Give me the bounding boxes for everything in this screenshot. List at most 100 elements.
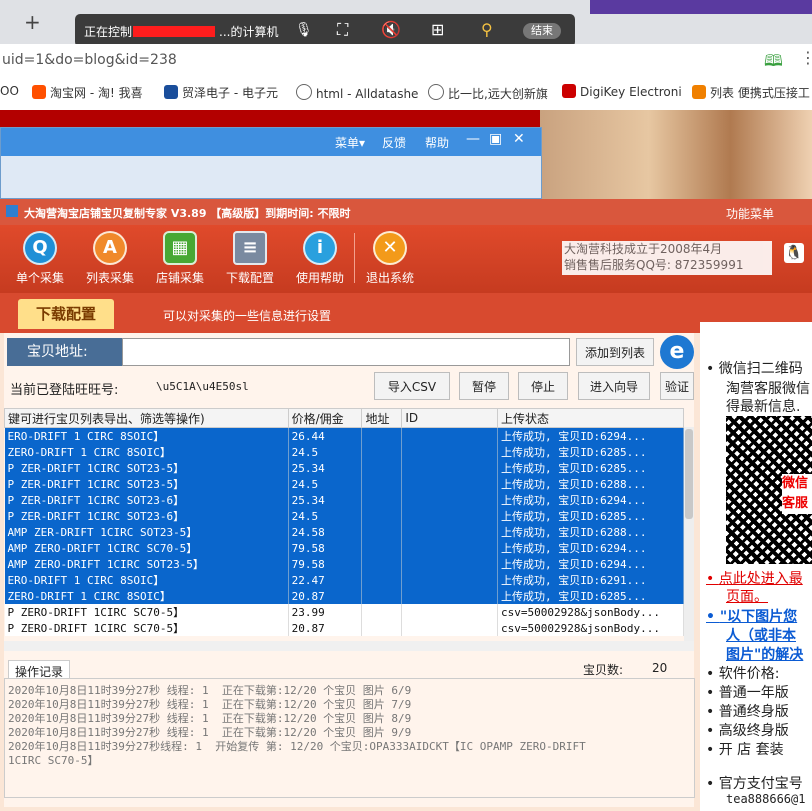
add-to-list-button[interactable]: 添加到列表 (576, 338, 654, 366)
import-csv-button[interactable]: 导入CSV (374, 372, 450, 400)
cell-name: P ZER-DRIFT 1CIRC SOT23-5】 (4, 460, 289, 476)
shop-collect-button[interactable]: ▦ 店铺采集 (150, 231, 210, 286)
microphone-icon[interactable]: 🎙 (295, 22, 313, 38)
cell-name: P ZER-DRIFT 1CIRC SOT23-5】 (4, 476, 289, 492)
pin-icon[interactable]: ⚲ (481, 20, 493, 39)
cell-name: ERO-DRIFT 1 CIRC 8SOIC】 (4, 572, 289, 588)
latest-page-link[interactable]: • 点此处进入最 (706, 568, 803, 588)
cell-status: 上传成功, 宝贝ID:6285... (497, 508, 684, 524)
table-row[interactable]: AMP ZERO-DRIFT 1CIRC SC70-5】 79.58 上传成功, 宝… (4, 540, 684, 556)
maximize-icon[interactable]: ▣ (489, 131, 502, 147)
single-collect-button[interactable]: Q 单个采集 (10, 231, 70, 286)
table-scrollbar[interactable] (684, 427, 694, 641)
new-tab-button[interactable]: + (24, 10, 41, 34)
table-row[interactable]: ERO-DRIFT 1 CIRC 8SOIC】 26.44 上传成功, 宝贝ID:6… (4, 427, 684, 444)
cell-id (401, 588, 499, 604)
bookmark-3[interactable]: html - Alldatashe (296, 84, 418, 101)
table-row[interactable]: P ZERO-DRIFT 1CIRC SC70-5】 23.99 csv=50002… (4, 604, 684, 620)
cell-address (361, 572, 403, 588)
table-row[interactable]: ERO-DRIFT 1 CIRC 8SOIC】 22.47 上传成功, 宝贝ID:6… (4, 572, 684, 588)
more-menu-icon[interactable]: ⋮ (800, 48, 812, 67)
item-table: 键可进行宝贝列表导出、筛选等操作) 价格/佣金 地址 ID 上传状态 ERO-D… (4, 408, 684, 636)
log-line: 2020年10月8日11时39分27秒 线程: 1 正在下载第:12/20 个宝… (8, 684, 412, 697)
minimize-icon[interactable]: — (466, 131, 480, 147)
column-address[interactable]: 地址 (361, 408, 403, 428)
bookmarks-bar: OO 淘宝网 - 淘! 我喜 贸泽电子 - 电子元 html - Alldata… (0, 76, 812, 111)
image-help-link[interactable]: • "以下图片您 (706, 606, 797, 626)
table-row[interactable]: P ZER-DRIFT 1CIRC SOT23-5】 25.34 上传成功, 宝贝I… (4, 460, 684, 476)
verify-button[interactable]: 验证 (660, 372, 694, 400)
cell-status: 上传成功, 宝贝ID:6285... (497, 460, 684, 476)
exit-button[interactable]: ✕ 退出系统 (360, 231, 420, 286)
app-title-bar: 大淘营淘宝店铺宝贝复制专家 V3.89 【高级版】到期时间: 不限时 功能菜单 (0, 199, 812, 225)
table-row[interactable]: P ZERO-DRIFT 1CIRC SC70-5】 20.87 csv=50002… (4, 620, 684, 636)
info-icon: i (303, 231, 337, 265)
stop-button[interactable]: 停止 (518, 372, 568, 400)
cell-status: 上传成功, 宝贝ID:6288... (497, 476, 684, 492)
bookmark-2[interactable]: 贸泽电子 - 电子元 (164, 84, 278, 101)
cell-status: 上传成功, 宝贝ID:6294... (497, 540, 684, 556)
fullscreen-icon[interactable]: ⛶ (337, 20, 348, 40)
table-row[interactable]: AMP ZER-DRIFT 1CIRC SOT23-5】 24.58 上传成功, 宝… (4, 524, 684, 540)
section-description: 可以对采集的一些信息进行设置 (163, 309, 332, 323)
cell-status: 上传成功, 宝贝ID:6294... (497, 492, 684, 508)
cell-price: 24.5 (288, 444, 363, 460)
qq-icon[interactable]: 🐧 (784, 243, 804, 263)
table-row[interactable]: P ZER-DRIFT 1CIRC SOT23-5】 24.5 上传成功, 宝贝ID… (4, 476, 684, 492)
column-status[interactable]: 上传状态 (497, 408, 684, 428)
download-config-button[interactable]: ≡ 下载配置 (220, 231, 280, 286)
bookmark-1[interactable]: 淘宝网 - 淘! 我喜 (32, 84, 143, 101)
table-header: 键可进行宝贝列表导出、筛选等操作) 价格/佣金 地址 ID 上传状态 (4, 408, 684, 428)
table-row[interactable]: P ZER-DRIFT 1CIRC SOT23-6】 25.34 上传成功, 宝贝I… (4, 492, 684, 508)
help-button[interactable]: i 使用帮助 (290, 231, 350, 286)
remote-text-prefix: 正在控制 (84, 25, 133, 39)
section-tab-download-config[interactable]: 下载配置 (18, 299, 114, 329)
cell-name: P ZER-DRIFT 1CIRC SOT23-6】 (4, 492, 289, 508)
func-menu[interactable]: 功能菜单 (726, 205, 774, 222)
cell-address (361, 427, 403, 444)
column-price[interactable]: 价格/佣金 (287, 408, 363, 428)
horizontal-scrollbar[interactable] (4, 641, 694, 651)
ie-icon[interactable]: e (660, 335, 694, 369)
mute-icon[interactable]: 🔇 (381, 20, 401, 39)
table-row[interactable]: ZERO-DRIFT 1 CIRC 8SOIC】 20.87 上传成功, 宝贝ID:… (4, 588, 684, 604)
cell-status: csv=50002928&jsonBody... (497, 604, 684, 620)
table-row[interactable]: P ZER-DRIFT 1CIRC SOT23-6】 24.5 上传成功, 宝贝ID… (4, 508, 684, 524)
bookmark-5[interactable]: DigiKey Electroni (562, 84, 682, 99)
bg-menu[interactable]: 菜单▾ (335, 134, 365, 151)
table-row[interactable]: AMP ZERO-DRIFT 1CIRC SOT23-5】 79.58 上传成功, … (4, 556, 684, 572)
latest-page-link-2[interactable]: 页面。 (706, 586, 768, 606)
image-help-link-2[interactable]: 人（或非本 (706, 625, 796, 645)
column-name[interactable]: 键可进行宝贝列表导出、筛选等操作) (4, 408, 289, 428)
cell-id (401, 476, 499, 492)
image-help-link-3[interactable]: 图片"的解决 (706, 644, 803, 664)
window-layout-icon[interactable]: ⊞ (431, 20, 444, 39)
end-session-button[interactable]: 结束 (523, 23, 561, 39)
column-id[interactable]: ID (401, 408, 499, 428)
table-row[interactable]: ZERO-DRIFT 1 CIRC 8SOIC】 24.5 上传成功, 宝贝ID:6… (4, 444, 684, 460)
list-collect-button[interactable]: A 列表采集 (80, 231, 140, 286)
pause-button[interactable]: 暂停 (459, 372, 509, 400)
address-input[interactable] (122, 338, 570, 366)
cell-name: P ZERO-DRIFT 1CIRC SC70-5】 (4, 620, 289, 636)
toolbar: Q 单个采集 A 列表采集 ▦ 店铺采集 ≡ 下载配置 i 使用帮助 ✕ 退出系… (0, 225, 812, 293)
bookmark-4[interactable]: 比一比,远大创新旗 (428, 84, 548, 102)
wizard-button[interactable]: 进入向导 (578, 372, 650, 400)
bookmark-0[interactable]: OO (0, 84, 19, 98)
close-icon[interactable]: ✕ (513, 131, 525, 147)
cell-price: 20.87 (288, 620, 363, 636)
reading-list-icon[interactable]: 🕮 (764, 50, 783, 77)
bg-feedback[interactable]: 反馈 (382, 134, 406, 151)
cell-status: 上传成功, 宝贝ID:6285... (497, 588, 684, 604)
cell-price: 24.5 (288, 476, 363, 492)
cell-address (361, 492, 403, 508)
count-value: 20 (652, 661, 668, 675)
address-bar[interactable]: uid=1&do=blog&id=238 🕮 ⋮ (0, 44, 812, 77)
log-box[interactable]: 2020年10月8日11时39分27秒 线程: 1 正在下载第:12/20 个宝… (4, 678, 695, 798)
scrollbar-thumb[interactable] (685, 429, 693, 519)
cell-price: 23.99 (288, 604, 363, 620)
log-line: 2020年10月8日11时39分27秒 线程: 1 正在下载第:12/20 个宝… (8, 712, 412, 725)
price-line-2: • 普通一年版 (706, 685, 789, 701)
bookmark-6[interactable]: 列表 便携式压接工 (692, 84, 810, 101)
bg-help[interactable]: 帮助 (425, 134, 449, 151)
